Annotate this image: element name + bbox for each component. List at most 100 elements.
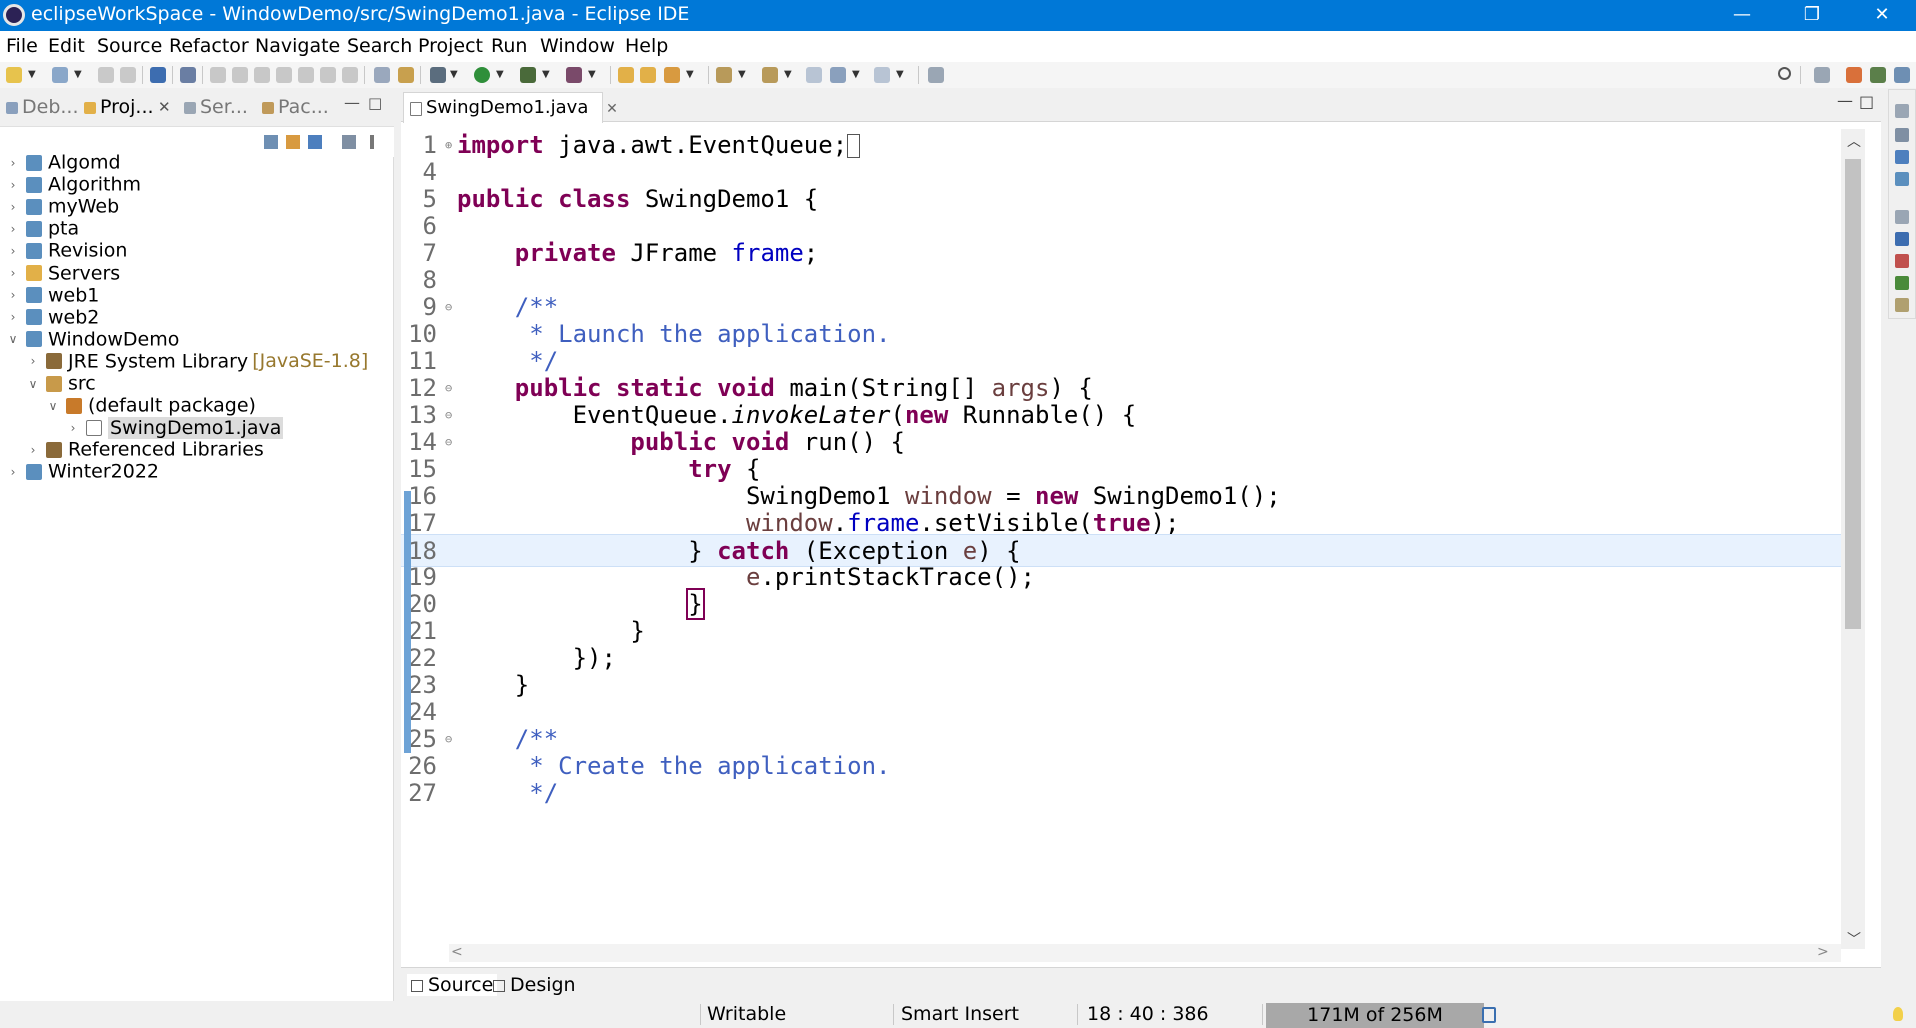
maximize-view-icon[interactable]: □ xyxy=(368,94,382,112)
restore-button[interactable]: ❐ xyxy=(1782,0,1842,31)
chevron-right-icon[interactable]: › xyxy=(6,156,20,170)
garbage-collect-icon[interactable] xyxy=(1482,1007,1496,1023)
search-toolbar-icon[interactable] xyxy=(664,67,680,83)
step-over-icon[interactable] xyxy=(320,67,336,83)
chevron-right-icon[interactable]: › xyxy=(26,354,40,368)
filter-icon[interactable] xyxy=(308,135,322,149)
tab-swingdemo1-java[interactable]: SwingDemo1.java ✕ xyxy=(403,92,618,123)
chevron-right-icon[interactable]: › xyxy=(6,266,20,280)
menu-source[interactable]: Source xyxy=(97,35,162,57)
search-icon[interactable] xyxy=(1778,67,1791,80)
chevron-right-icon[interactable]: › xyxy=(6,178,20,192)
debug-dropdown-icon[interactable]: ▼ xyxy=(450,68,460,82)
open-perspective-icon[interactable] xyxy=(1814,67,1830,83)
chevron-right-icon[interactable]: › xyxy=(6,465,20,479)
last-edit-location-icon[interactable] xyxy=(806,67,822,83)
back-icon[interactable] xyxy=(830,67,846,83)
tab-design[interactable]: Design xyxy=(493,974,576,996)
next-annotation-icon[interactable] xyxy=(716,67,732,83)
minimize-button[interactable]: — xyxy=(1712,0,1772,31)
status-insert-mode[interactable]: Smart Insert xyxy=(901,1003,1019,1025)
save-icon[interactable] xyxy=(98,67,114,83)
restore-view-icon[interactable] xyxy=(1895,104,1909,118)
focus-icon[interactable] xyxy=(342,135,356,149)
search-dropdown-icon[interactable]: ▼ xyxy=(686,68,696,82)
javadoc-view-icon[interactable] xyxy=(1895,298,1909,312)
chevron-down-icon[interactable]: ∨ xyxy=(6,332,20,346)
tree-item[interactable]: › Winter2022 xyxy=(6,460,159,486)
coverage-dropdown-icon[interactable]: ▼ xyxy=(542,68,552,82)
restore-bottom-view-icon[interactable] xyxy=(1895,210,1909,224)
scroll-down-icon[interactable]: ﹀ xyxy=(1847,929,1861,949)
menu-edit[interactable]: Edit xyxy=(48,35,85,57)
horizontal-scrollbar[interactable]: < > xyxy=(449,944,1841,962)
chevron-right-icon[interactable]: › xyxy=(6,244,20,258)
menu-run[interactable]: Run xyxy=(491,35,527,57)
forward-icon[interactable] xyxy=(874,67,890,83)
debug-icon[interactable] xyxy=(430,67,446,83)
external-tools-dropdown-icon[interactable]: ▼ xyxy=(588,68,598,82)
new-icon[interactable] xyxy=(6,67,22,83)
skip-breakpoints-icon[interactable] xyxy=(180,67,196,83)
tab-debug[interactable]: Deb... xyxy=(6,96,79,118)
external-tools-icon[interactable] xyxy=(566,67,582,83)
menu-window[interactable]: Window xyxy=(540,35,615,57)
expressions-view-icon[interactable] xyxy=(1895,172,1909,186)
open-type-icon[interactable] xyxy=(52,67,68,83)
variables-view-icon[interactable] xyxy=(1895,128,1909,142)
chevron-right-icon[interactable]: › xyxy=(6,200,20,214)
resume-icon[interactable] xyxy=(210,67,226,83)
scroll-right-icon[interactable]: > xyxy=(1817,944,1829,960)
menu-navigate[interactable]: Navigate xyxy=(255,35,340,57)
vertical-scrollbar[interactable]: ︿ ﹀ xyxy=(1841,129,1865,949)
terminate-icon[interactable] xyxy=(254,67,270,83)
step-return-icon[interactable] xyxy=(342,67,358,83)
step-into-icon[interactable] xyxy=(298,67,314,83)
scroll-left-icon[interactable]: < xyxy=(451,944,463,960)
chevron-right-icon[interactable]: › xyxy=(6,310,20,324)
tab-servers[interactable]: Ser... xyxy=(184,96,248,118)
suspend-icon[interactable] xyxy=(232,67,248,83)
scroll-up-icon[interactable]: ︿ xyxy=(1847,131,1861,151)
prev-annotation-icon[interactable] xyxy=(762,67,778,83)
chevron-right-icon[interactable]: › xyxy=(6,288,20,302)
menu-project[interactable]: Project xyxy=(418,35,483,57)
tab-project-explorer[interactable]: Proj... xyxy=(84,96,154,118)
code-area[interactable]: 1 ⊕ import java.awt.EventQueue; 4 5 public cl… xyxy=(401,129,1841,929)
coverage-icon[interactable] xyxy=(520,67,536,83)
collapse-all-icon[interactable] xyxy=(264,135,278,149)
chevron-right-icon[interactable]: › xyxy=(66,421,80,435)
next-annotation-dropdown-icon[interactable]: ▼ xyxy=(738,68,748,82)
view-menu-icon[interactable] xyxy=(370,135,374,149)
open-resource-icon[interactable] xyxy=(640,67,656,83)
heap-status[interactable]: 171M of 256M xyxy=(1266,1003,1484,1028)
run-icon[interactable] xyxy=(474,67,490,83)
java-perspective-icon[interactable] xyxy=(1894,67,1910,83)
chevron-right-icon[interactable]: › xyxy=(26,443,40,457)
prev-annotation-dropdown-icon[interactable]: ▼ xyxy=(784,68,794,82)
use-step-filters-icon[interactable] xyxy=(398,67,414,83)
debug-perspective-icon[interactable] xyxy=(1870,67,1886,83)
lightbulb-icon[interactable] xyxy=(1893,1007,1903,1021)
back-dropdown-icon[interactable]: ▼ xyxy=(852,68,862,82)
outline-view-icon[interactable] xyxy=(1895,276,1909,290)
java-ee-perspective-icon[interactable] xyxy=(1846,67,1862,83)
pin-editor-icon[interactable] xyxy=(928,67,944,83)
menu-refactor[interactable]: Refactor xyxy=(169,35,249,57)
close-button[interactable]: ✕ xyxy=(1852,0,1912,31)
menu-help[interactable]: Help xyxy=(625,35,668,57)
disconnect-icon[interactable] xyxy=(276,67,292,83)
forward-dropdown-icon[interactable]: ▼ xyxy=(896,68,906,82)
run-dropdown-icon[interactable]: ▼ xyxy=(496,68,506,82)
close-tab-icon[interactable]: ✕ xyxy=(606,101,618,117)
menu-file[interactable]: File xyxy=(6,35,38,57)
save-all-icon[interactable] xyxy=(120,67,136,83)
chevron-down-icon[interactable]: ∨ xyxy=(26,377,40,391)
problems-view-icon[interactable] xyxy=(1895,254,1909,268)
open-dropdown-icon[interactable]: ▼ xyxy=(74,68,84,82)
console-view-icon[interactable] xyxy=(1895,232,1909,246)
maximize-editor-icon[interactable]: □ xyxy=(1859,92,1874,111)
menu-search[interactable]: Search xyxy=(347,35,412,57)
minimize-editor-icon[interactable]: — xyxy=(1837,91,1853,110)
chevron-down-icon[interactable]: ∨ xyxy=(46,399,60,413)
